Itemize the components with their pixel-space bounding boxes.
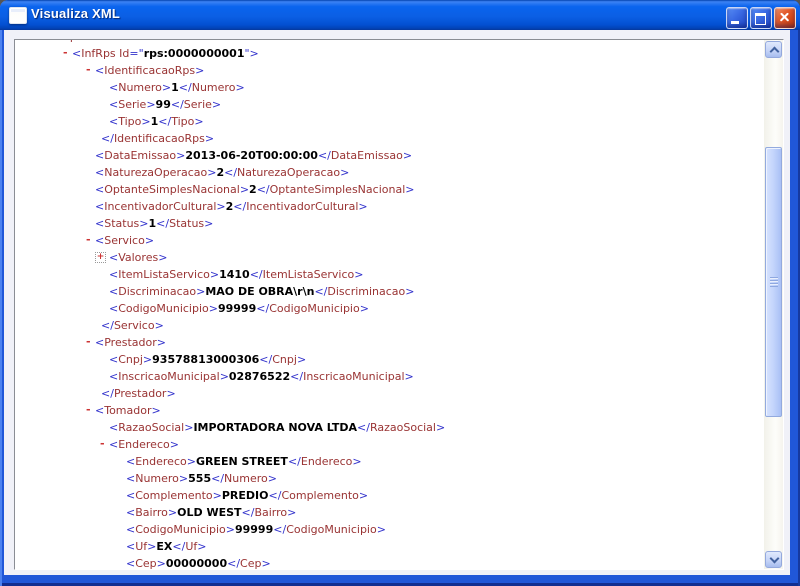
xml-row-Cep: <Cep>00000000</Cep> [126, 557, 271, 569]
xml-row-Endereco: - <Endereco> [100, 435, 179, 452]
collapse-toggle[interactable]: - [86, 231, 91, 248]
collapse-toggle[interactable]: - [63, 44, 68, 61]
xml-row-Serie: <Serie>99</Serie> [109, 98, 222, 111]
xml-row-InfRps: - <InfRps Id="rps:0000000001"> [63, 44, 259, 61]
xml-row-Bairro: <Bairro>OLD WEST</Bairro> [126, 506, 297, 519]
xml-row-Tipo: <Tipo>1</Tipo> [109, 115, 204, 128]
collapse-toggle[interactable]: - [100, 435, 105, 452]
xml-view-frame: -<Rps>-<InfRps Id="rps:0000000001">-<Ide… [14, 39, 784, 570]
xml-row-CodigoMunicipio: <CodigoMunicipio>99999</CodigoMunicipio> [109, 302, 369, 315]
scroll-down-button[interactable] [765, 551, 782, 568]
xml-row-NaturezaOperacao: <NaturezaOperacao>2</NaturezaOperacao> [95, 166, 350, 179]
xml-row-Endereco: <Endereco>GREEN STREET</Endereco> [126, 455, 362, 468]
xml-row-InscricaoMunicipal: <InscricaoMunicipal>02876522</InscricaoM… [109, 370, 414, 383]
vertical-scrollbar[interactable] [764, 40, 783, 569]
expand-toggle[interactable]: + [95, 252, 106, 263]
xml-row-ItemListaServico: <ItemListaServico>1410</ItemListaServico… [109, 268, 364, 281]
collapse-toggle[interactable]: - [86, 401, 91, 418]
xml-row-Prestador: </Prestador> [101, 387, 176, 400]
collapse-toggle[interactable]: - [86, 61, 91, 78]
xml-row-RazaoSocial: <RazaoSocial>IMPORTADORA NOVA LTDA</Raza… [109, 421, 446, 434]
window-form-icon [9, 7, 27, 24]
xml-row-Numero: <Numero>1</Numero> [109, 81, 245, 94]
maximize-button[interactable] [750, 7, 772, 29]
maximize-icon [755, 13, 766, 25]
xml-row-IncentivadorCultural: <IncentivadorCultural>2</IncentivadorCul… [95, 200, 368, 213]
xml-row-OptanteSimplesNacional: <OptanteSimplesNacional>2</OptanteSimple… [95, 183, 415, 196]
xml-row-IdentificacaoRps: </IdentificacaoRps> [101, 132, 215, 145]
xml-row-Tomador: - <Tomador> [86, 401, 161, 418]
xml-row-Numero: <Numero>555</Numero> [126, 472, 277, 485]
xml-row-Complemento: <Complemento>PREDIO</Complemento> [126, 489, 369, 502]
scroll-up-button[interactable] [765, 41, 782, 58]
collapse-toggle[interactable]: - [86, 333, 91, 350]
xml-row-Status: <Status>1</Status> [95, 217, 214, 230]
title-bar[interactable]: Visualiza XML [0, 0, 800, 30]
xml-row-CodigoMunicipio: <CodigoMunicipio>99999</CodigoMunicipio> [126, 523, 386, 536]
visualiza-xml-window: Visualiza XML -<Rps>-<InfRps Id="rps:000… [0, 0, 800, 586]
xml-row-IdentificacaoRps: - <IdentificacaoRps> [86, 61, 205, 78]
xml-row-DataEmissao: <DataEmissao>2013-06-20T00:00:00</DataEm… [95, 149, 413, 162]
dialog-body: -<Rps>-<InfRps Id="rps:0000000001">-<Ide… [4, 30, 790, 575]
window-controls [726, 7, 796, 29]
xml-row-Discriminacao: <Discriminacao>MAO DE OBRA\r\n</Discrimi… [109, 285, 415, 298]
close-button[interactable] [774, 7, 796, 29]
xml-row-Servico: </Servico> [101, 319, 164, 332]
xml-tree-view[interactable]: -<Rps>-<InfRps Id="rps:0000000001">-<Ide… [15, 40, 764, 569]
xml-row-Cnpj: <Cnpj>93578813000306</Cnpj> [109, 353, 307, 366]
xml-row-Uf: <Uf>EX</Uf> [126, 540, 207, 553]
collapse-toggle[interactable]: - [44, 40, 49, 44]
xml-row-Prestador: - <Prestador> [86, 333, 166, 350]
minimize-button[interactable] [726, 7, 748, 29]
minimize-icon [731, 21, 739, 24]
window-title: Visualiza XML [31, 6, 121, 21]
xml-row-Servico: - <Servico> [86, 231, 155, 248]
scrollbar-thumb[interactable] [765, 147, 782, 417]
chevron-up-icon [769, 46, 780, 57]
xml-row-Valores: + <Valores> [95, 251, 168, 264]
thumb-grip-icon [770, 277, 778, 287]
chevron-down-icon [769, 553, 780, 564]
